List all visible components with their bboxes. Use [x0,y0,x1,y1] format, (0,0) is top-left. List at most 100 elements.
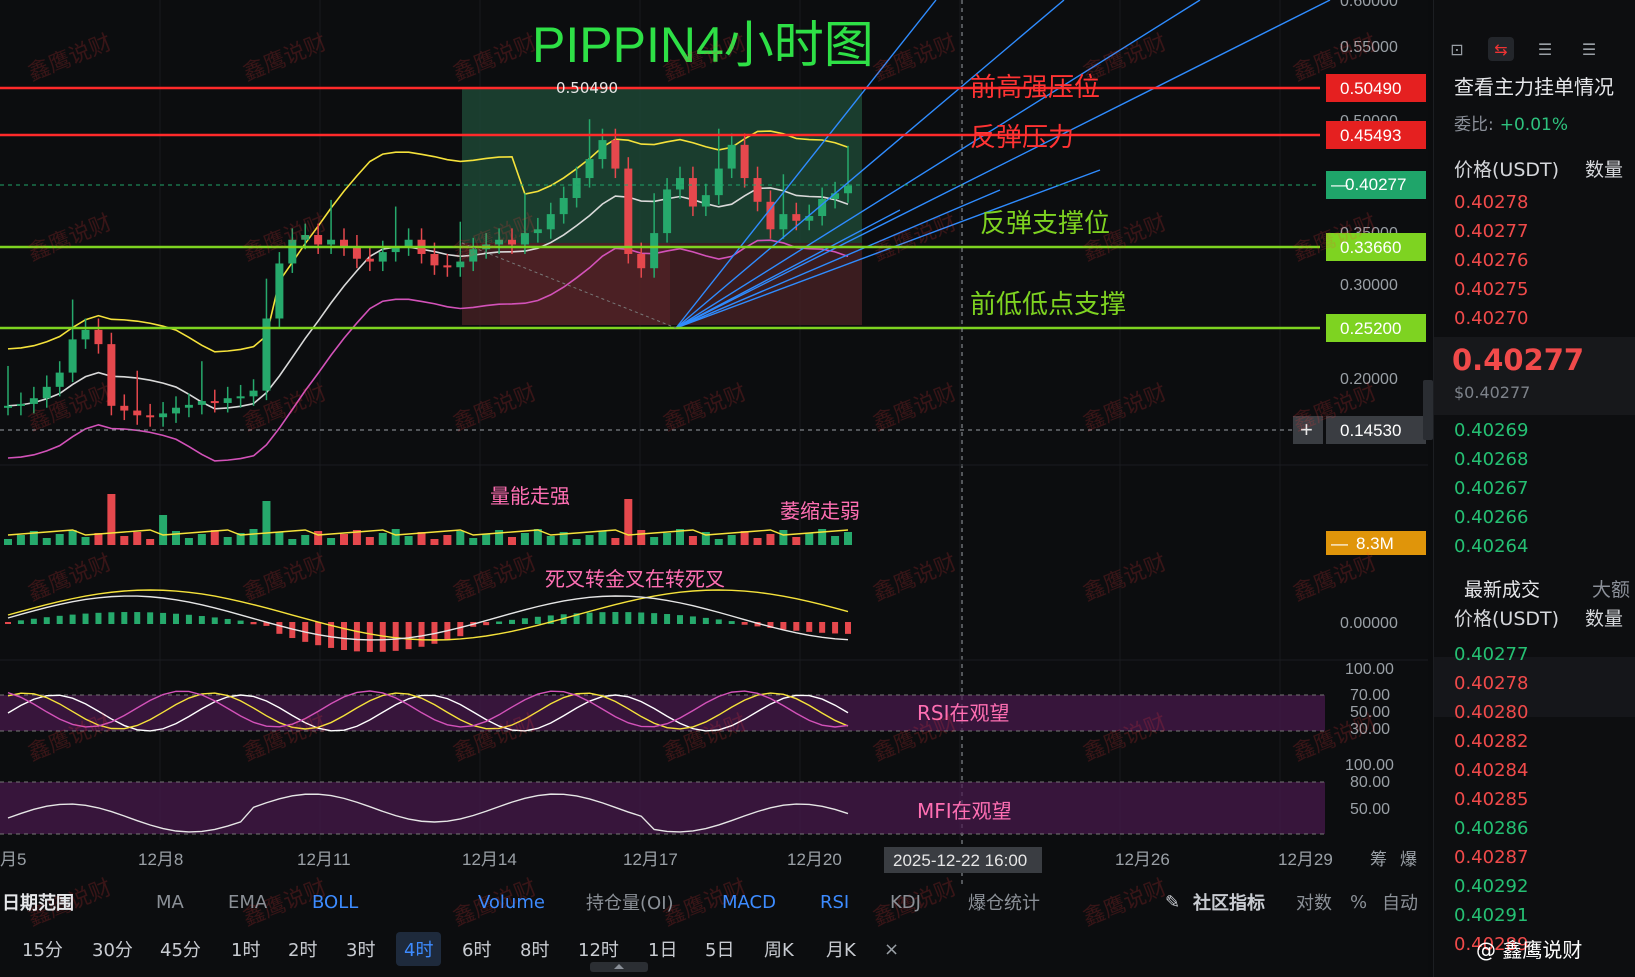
timeframe-7[interactable]: 6时 [462,936,491,962]
community-indicators[interactable]: 社区指标 [1193,889,1265,915]
timeframe-3[interactable]: 1时 [231,936,260,962]
ask-row[interactable]: 0.40270 [1454,308,1528,329]
candle-body [327,239,336,245]
timeframe-11[interactable]: 5日 [705,936,734,962]
volume-bar [805,533,814,545]
candle-body [508,239,516,245]
latest-trades-tab[interactable]: 最新成交 [1464,575,1540,602]
ratio-label: 委比: [1454,115,1494,135]
macd-bar [819,622,826,633]
volume-bar [766,534,775,545]
macd-bar [586,612,593,624]
panel-collapse-handle[interactable] [1423,380,1433,440]
price-chart[interactable]: PIPPIN4小时图 0.50490 前高强压位 反弹压力 反弹支撑位 前低低点… [0,0,1428,884]
candle-body [249,390,258,397]
volume-bar [443,535,452,545]
timeframe-2[interactable]: 45分 [160,936,201,962]
volume-bar [55,534,64,545]
macd-bar [121,612,128,624]
bid-row[interactable]: 0.40268 [1454,449,1528,470]
bid-row[interactable]: 0.40266 [1454,507,1528,528]
candle-body [430,253,439,266]
volume-bar [378,533,387,545]
macd-bar [366,622,373,652]
volume-bar [210,530,219,545]
timeframe-8[interactable]: 8时 [520,936,549,962]
candle-body [650,233,659,269]
indicator-kdj[interactable]: KDJ [890,892,921,913]
candle-body [42,386,51,399]
timeframe-5[interactable]: 3时 [346,936,375,962]
indicator-ma[interactable]: MA [156,892,184,913]
volume-bar [792,537,801,545]
indicator-oi[interactable]: 持仓量(OI) [586,889,674,915]
large-trades-tab[interactable]: 大额 [1592,575,1630,602]
indicator-rsi[interactable]: RSI [820,892,849,913]
macd-bar [625,612,632,624]
macd-bar [728,621,735,624]
date-tick: 12月20 [787,850,842,869]
close-icon[interactable]: × [884,939,899,960]
timeframe-4[interactable]: 2时 [288,936,317,962]
timeframe-9[interactable]: 12时 [578,936,619,962]
indicator-liquidation[interactable]: 爆仓统计 [968,889,1040,915]
auto-toggle[interactable]: 自动 [1382,889,1418,915]
asks-only-icon[interactable]: ☰ [1576,37,1602,61]
ask-row[interactable]: 0.40275 [1454,279,1528,300]
volume-bar [585,535,594,545]
candle-body [520,233,529,245]
macd-bar [211,617,218,624]
timeframe-6[interactable]: 4时 [396,932,442,966]
candle-body [572,178,581,198]
volume-bar [327,538,336,545]
chart-area[interactable]: PIPPIN4小时图 0.50490 前高强压位 反弹压力 反弹支撑位 前低低点… [0,0,1590,977]
timeframe-10[interactable]: 1日 [648,936,677,962]
candle-body [4,405,12,408]
cursor-price-label: 0.50490 [556,79,618,97]
indicator-volume[interactable]: Volume [478,892,545,913]
macd-bar [418,622,425,647]
volume-bar [223,537,232,545]
log-toggle[interactable]: 对数 [1296,889,1332,915]
edit-icon[interactable]: ✎ [1165,892,1180,913]
liquidation-label[interactable]: 爆 [1400,850,1417,869]
macd-bar [95,612,102,624]
bid-row[interactable]: 0.40269 [1454,420,1528,441]
indicator-ema[interactable]: EMA [228,892,267,913]
timeframe-1[interactable]: 30分 [92,936,133,962]
date-range-button[interactable]: 日期范围 [2,889,74,915]
orderbook-toolbar: ⊡ ⇆ ☰ ☰ [1444,34,1634,64]
trade-row: 0.40286 [1454,818,1529,839]
date-tick: 月5 [0,850,26,869]
volume-bar [469,538,478,545]
orderbook-title[interactable]: 查看主力挂单情况 [1454,71,1614,100]
candle-body [262,318,271,391]
candle-body [275,263,284,319]
indicator-boll[interactable]: BOLL [312,892,358,913]
ask-row[interactable]: 0.40277 [1454,221,1528,242]
ask-row[interactable]: 0.40276 [1454,250,1528,271]
bids-only-icon[interactable]: ☰ [1532,37,1558,61]
both-sides-icon[interactable]: ⇆ [1488,37,1514,61]
candle-body [172,407,180,414]
layout-icon[interactable]: ⊡ [1444,37,1470,61]
macd-bar [69,614,76,624]
macd-tick: 0.00000 [1340,615,1398,632]
candle-body [443,265,452,268]
timeframe-12[interactable]: 周K [764,936,794,962]
bid-row[interactable]: 0.40267 [1454,478,1528,499]
tag-support-text: 0.33660 [1340,238,1401,257]
timeframe-13[interactable]: 月K [826,936,856,962]
indicator-macd[interactable]: MACD [722,892,776,913]
bid-row[interactable]: 0.40264 [1454,536,1528,557]
macd-bar [509,619,515,624]
percent-toggle[interactable]: % [1350,892,1367,913]
rsi-tick: 100.00 [1345,661,1394,678]
ask-row[interactable]: 0.40278 [1454,192,1528,213]
chip-label[interactable]: 筹 [1370,850,1387,869]
drag-handle[interactable] [590,962,648,972]
macd-bar [780,622,787,630]
volume-bar [365,537,374,545]
price-tick: 0.60000 [1340,0,1398,10]
timeframe-0[interactable]: 15分 [22,936,63,962]
